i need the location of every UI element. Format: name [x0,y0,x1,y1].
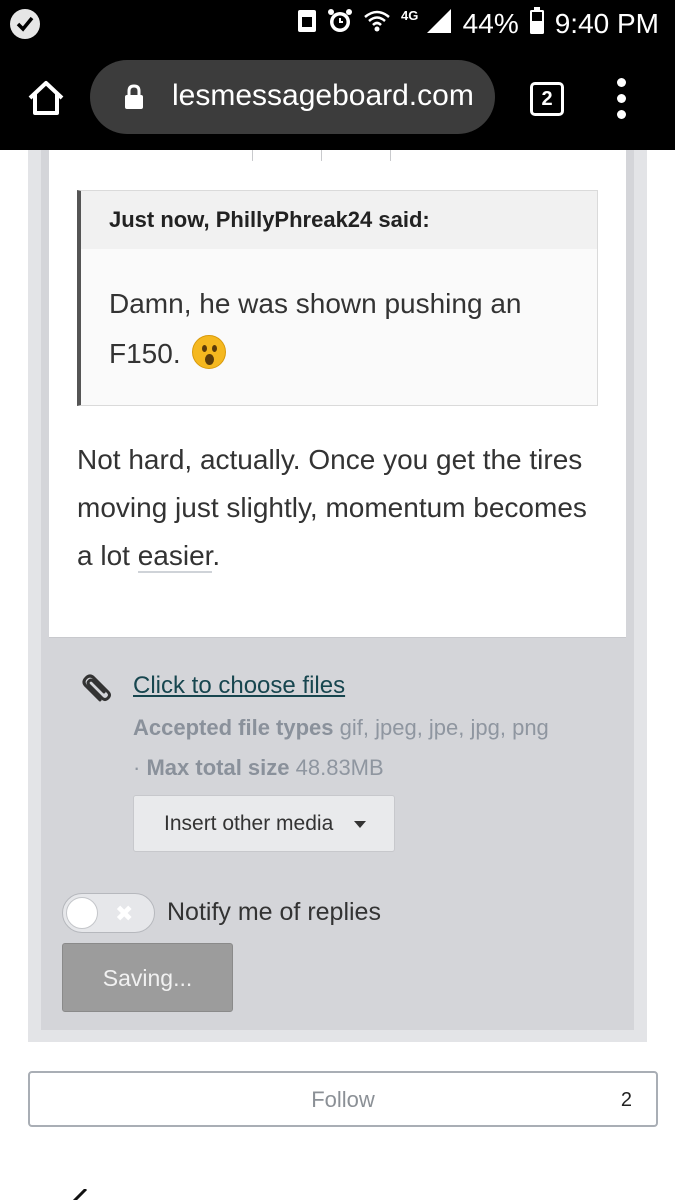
browser-toolbar: lesmessageboard.com 2 [0,48,675,150]
insert-media-label: Insert other media [164,812,334,835]
astonished-face-icon [192,335,227,369]
follow-count: 2 [620,1089,632,1111]
home-icon[interactable] [26,78,66,118]
separator: · [133,755,141,780]
notify-toggle[interactable]: ✖ [62,893,155,933]
max-size-value: 48.83MB [295,755,384,780]
address-bar[interactable]: lesmessageboard.com [90,60,495,134]
accepted-types-value: gif, jpeg, jpe, jpg, png [339,715,549,740]
quote-author[interactable]: Just now, PhillyPhreak24 said: [109,207,430,233]
quote-body: Damn, he was shown pushing an F150. [109,288,522,369]
post-reply-button[interactable]: Saving... [62,943,233,1012]
app-check-icon [10,9,40,39]
lock-icon [124,84,144,115]
close-icon: ✖ [115,901,134,926]
toolbar-divider [252,150,253,161]
follow-label: Follow [311,1087,375,1112]
insert-other-media-button[interactable]: Insert other media [133,795,395,852]
battery-percent: 44% [462,8,519,39]
edit-icon [66,1187,90,1200]
follow-button[interactable]: Follow 2 [28,1071,658,1127]
quote-text: Damn, he was shown pushing an F150. [109,279,579,379]
quote-block: Just now, PhillyPhreak24 said: Damn, he … [77,190,598,406]
choose-files-link[interactable]: Click to choose files [133,672,345,700]
url-text: lesmessageboard.com [172,79,474,112]
caret-down-icon [354,821,366,828]
overflow-menu-icon[interactable] [610,78,634,120]
network-type: 4G [401,8,418,23]
toolbar-divider [390,150,391,161]
accepted-types-label: Accepted file types [133,715,334,740]
accepted-file-info: Accepted file types gif, jpeg, jpe, jpg,… [133,708,553,788]
wifi-icon [363,8,391,40]
paperclip-icon [74,670,114,715]
max-size-label: Max total size [146,755,290,780]
saving-label: Saving... [102,965,193,991]
reply-text[interactable]: Not hard, actually. Once you get the tir… [77,436,597,580]
quote-header: Just now, PhillyPhreak24 said: [81,191,597,249]
tabs-icon[interactable]: 2 [530,82,564,116]
alarm-icon [327,8,353,41]
sim-icon [297,8,317,40]
battery-icon [529,6,545,42]
status-bar: 4G 44% 9:40 PM [0,0,675,48]
notify-label[interactable]: Notify me of replies [167,898,381,927]
toolbar-divider [321,150,322,161]
spellcheck-word[interactable]: easier [137,540,213,573]
status-icons: 4G 44% 9:40 PM [297,0,659,48]
signal-icon: 4G [401,7,453,42]
toggle-knob [66,897,98,929]
reply-text-end: . [212,540,221,571]
tab-count: 2 [541,88,553,110]
clock: 9:40 PM [554,8,659,39]
